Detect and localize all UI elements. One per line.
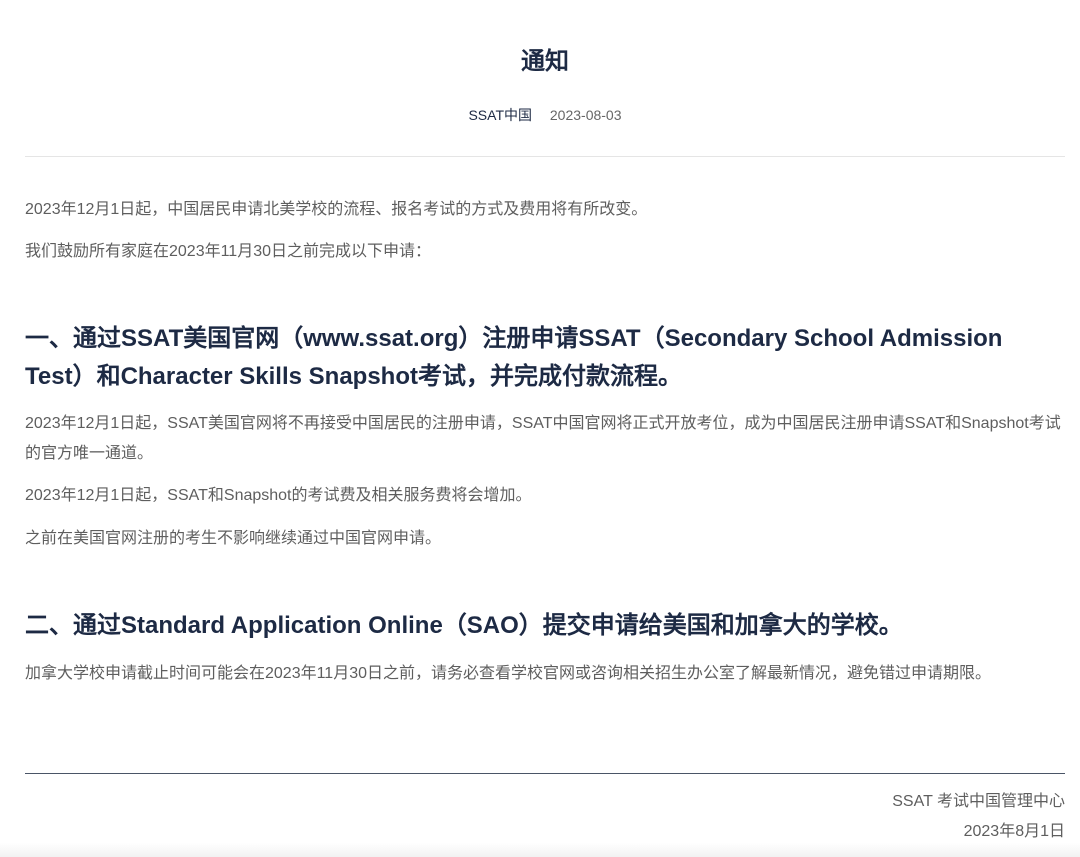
intro-paragraph-2: 我们鼓励所有家庭在2023年11月30日之前完成以下申请： [25,243,432,260]
section-2-paragraph-1: 加拿大学校申请截止时间可能会在2023年11月30日之前，请务必查看学校官网或咨… [25,665,992,682]
signature-organization: SSAT 考试中国管理中心 [892,793,1065,810]
section-1-paragraph-3: 之前在美国官网注册的考生不影响继续通过中国官网申请。 [25,530,442,547]
notice-article: 通知 SSAT中国 2023-08-03 2023年12月1日起，中国居民申请北… [25,0,1065,857]
section-1-heading: 一、通过SSAT美国官网（www.ssat.org）注册申请SSAT（Secon… [25,325,1003,390]
footer-divider [25,773,1065,774]
article-date: 2023-08-03 [549,107,622,123]
section-1-paragraph-2: 2023年12月1日起，SSAT和Snapshot的考试费及相关服务费将会增加。 [25,487,532,504]
article-source: SSAT中国 [468,107,532,123]
header-divider [25,156,1065,157]
section-2-heading: 二、通过Standard Application Online（SAO）提交申请… [25,612,903,639]
intro-paragraph-1: 2023年12月1日起，中国居民申请北美学校的流程、报名考试的方式及费用将有所改… [25,201,648,218]
article-meta: SSAT中国 2023-08-03 [25,105,1065,125]
bottom-fade [0,843,1080,857]
page-title: 通知 [521,48,569,75]
section-1-paragraph-1: 2023年12月1日起，SSAT美国官网将不再接受中国居民的注册申请，SSAT中… [25,415,1061,462]
